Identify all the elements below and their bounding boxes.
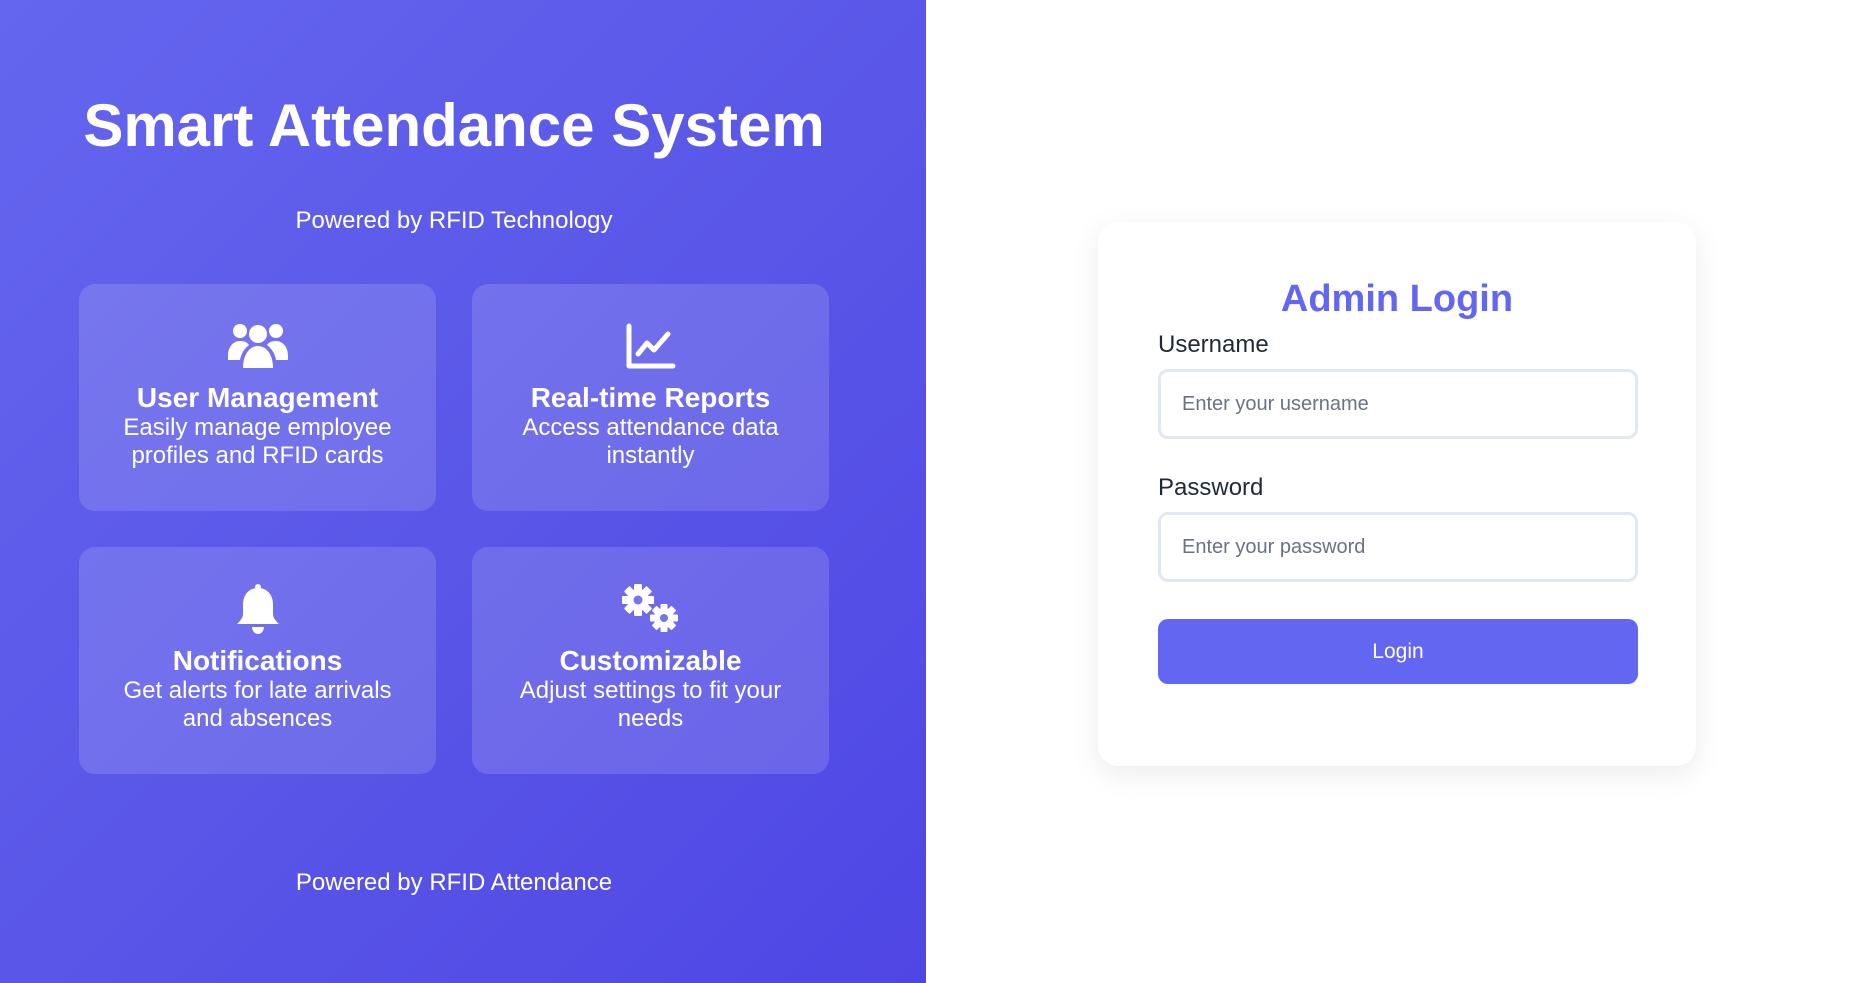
feature-card-user-management: User Management Easily manage employee p… — [79, 284, 436, 511]
feature-title: Customizable — [559, 645, 742, 676]
feature-description: Get alerts for late arrivals and absence… — [123, 677, 392, 732]
password-label: Password — [1158, 474, 1264, 501]
gears-icon — [472, 583, 829, 635]
chart-line-icon — [472, 320, 829, 372]
feature-card-real-time-reports: Real-time Reports Access attendance data… — [472, 284, 829, 511]
feature-title: User Management — [136, 382, 379, 413]
hero-subtitle: Powered by RFID Technology — [295, 207, 613, 234]
bell-icon — [79, 583, 436, 635]
hero-title: Smart Attendance System — [83, 92, 825, 159]
feature-card-customizable: Customizable Adjust settings to fit your… — [472, 547, 829, 774]
feature-title: Notifications — [172, 645, 343, 676]
username-input[interactable] — [1158, 369, 1638, 439]
login-title: Admin Login — [1280, 278, 1514, 320]
login-page: Smart Attendance System Powered by RFID … — [0, 0, 1863, 983]
hero-footer: Powered by RFID Attendance — [295, 869, 613, 896]
login-button[interactable]: Login — [1158, 619, 1638, 684]
feature-description: Access attendance data instantly — [522, 414, 779, 469]
password-input[interactable] — [1158, 512, 1638, 582]
login-card: Admin Login Username Password Login — [1098, 222, 1696, 766]
hero-panel: Smart Attendance System Powered by RFID … — [0, 0, 926, 983]
features-grid: User Management Easily manage employee p… — [79, 284, 829, 774]
users-icon — [79, 320, 436, 372]
feature-description: Easily manage employee profiles and RFID… — [123, 414, 392, 469]
login-side: Admin Login Username Password Login — [926, 0, 1863, 983]
username-label: Username — [1158, 331, 1269, 358]
feature-description: Adjust settings to fit your needs — [519, 677, 782, 732]
feature-card-notifications: Notifications Get alerts for late arriva… — [79, 547, 436, 774]
feature-title: Real-time Reports — [530, 382, 771, 413]
